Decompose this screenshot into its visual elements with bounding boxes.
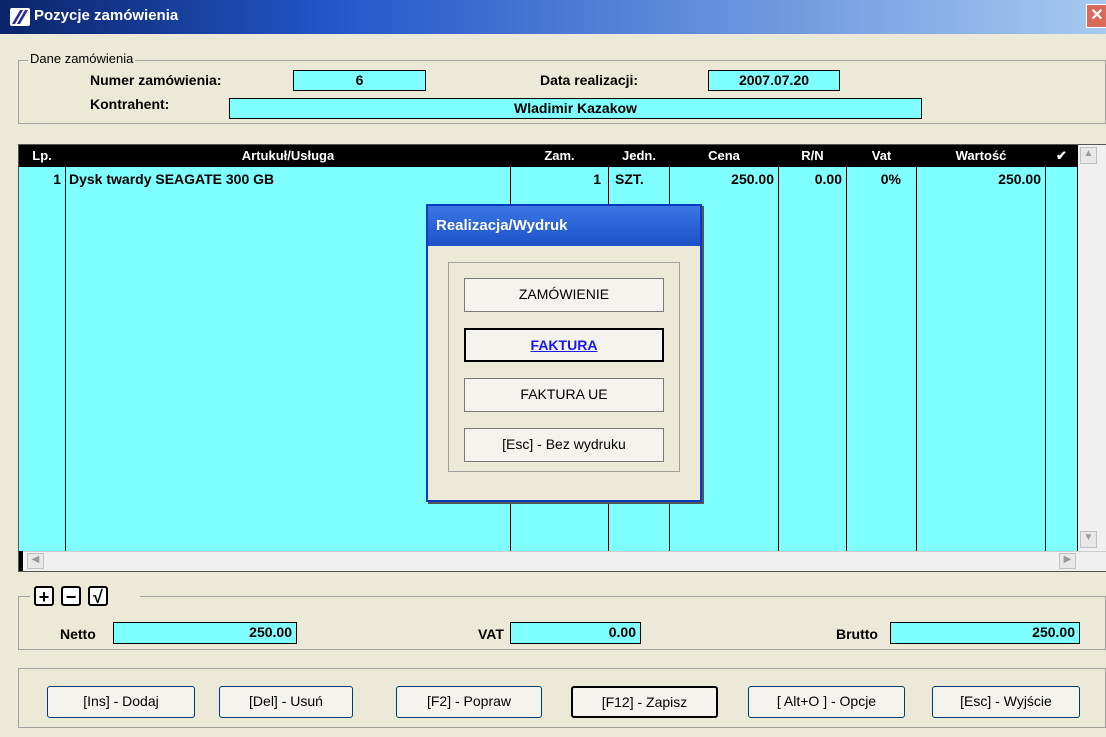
header-rn[interactable]: R/N: [779, 145, 846, 167]
faktura-button[interactable]: FAKTURA: [464, 328, 664, 362]
cell-price: 250.00: [731, 171, 774, 187]
date-field[interactable]: 2007.07.20: [708, 70, 840, 91]
dialog-title-bar[interactable]: Realizacja/Wydruk: [428, 206, 700, 246]
order-group-label: Dane zamówienia: [28, 51, 136, 66]
close-button[interactable]: ✕: [1086, 4, 1106, 28]
cell-item: Dysk twardy SEAGATE 300 GB: [69, 171, 275, 187]
app-logo-icon: [10, 8, 30, 26]
cell-vat: 0%: [880, 171, 901, 187]
row-toolbar: + − √: [30, 582, 140, 612]
cell-unit: SZT.: [615, 171, 644, 187]
check-icon[interactable]: √: [88, 586, 108, 606]
window-title: Pozycje zamówienia: [34, 7, 179, 24]
scroll-down-icon[interactable]: ▼: [1080, 531, 1097, 548]
vertical-scrollbar[interactable]: [1078, 145, 1106, 551]
options-button[interactable]: [ Alt+O ] - Opcje: [748, 686, 905, 718]
header-check[interactable]: ✔: [1046, 145, 1077, 167]
no-print-button[interactable]: [Esc] - Bez wydruku: [464, 428, 664, 462]
delete-button[interactable]: [Del] - Usuń: [219, 686, 353, 718]
plus-icon[interactable]: +: [34, 586, 54, 606]
print-dialog: Realizacja/Wydruk ZAMÓWIENIE FAKTURA FAK…: [426, 204, 702, 502]
client-label: Kontrahent:: [90, 96, 170, 112]
minus-icon[interactable]: −: [61, 586, 81, 606]
dialog-title: Realizacja/Wydruk: [436, 217, 568, 234]
exit-button[interactable]: [Esc] - Wyjście: [932, 686, 1080, 718]
brutto-field[interactable]: 250.00: [890, 622, 1080, 644]
edit-button[interactable]: [F2] - Popraw: [396, 686, 542, 718]
add-button[interactable]: [Ins] - Dodaj: [47, 686, 195, 718]
vat-field[interactable]: 0.00: [510, 622, 641, 644]
cell-lp: 1: [53, 171, 61, 187]
vat-label: VAT: [478, 626, 504, 642]
header-lp[interactable]: Lp.: [19, 145, 65, 167]
header-price[interactable]: Cena: [670, 145, 778, 167]
header-value[interactable]: Wartość: [917, 145, 1045, 167]
zamowienie-button[interactable]: ZAMÓWIENIE: [464, 278, 664, 312]
header-item[interactable]: Artukuł/Usługa: [66, 145, 510, 167]
title-bar[interactable]: Pozycje zamówienia: [0, 0, 1106, 34]
cell-qty: 1: [593, 171, 601, 187]
scroll-left-icon[interactable]: ◀: [27, 553, 44, 569]
client-field[interactable]: Wladimir Kazakow: [229, 98, 922, 119]
horizontal-scrollbar[interactable]: [19, 551, 1106, 571]
scroll-start-marker: [19, 551, 23, 571]
netto-label: Netto: [60, 626, 96, 642]
scroll-right-icon[interactable]: ▶: [1059, 553, 1076, 569]
header-qty[interactable]: Zam.: [511, 145, 608, 167]
save-button[interactable]: [F12] - Zapisz: [571, 686, 718, 718]
brutto-label: Brutto: [836, 626, 878, 642]
faktura-ue-button[interactable]: FAKTURA UE: [464, 378, 664, 412]
order-number-label: Numer zamówienia:: [90, 72, 222, 88]
cell-rn: 0.00: [814, 171, 842, 187]
date-label: Data realizacji:: [540, 72, 639, 88]
scroll-up-icon[interactable]: ▲: [1080, 147, 1097, 164]
netto-field[interactable]: 250.00: [113, 622, 297, 644]
header-vat[interactable]: Vat: [847, 145, 916, 167]
cell-value: 250.00: [998, 171, 1041, 187]
header-unit[interactable]: Jedn.: [609, 145, 669, 167]
order-number-field[interactable]: 6: [293, 70, 426, 91]
